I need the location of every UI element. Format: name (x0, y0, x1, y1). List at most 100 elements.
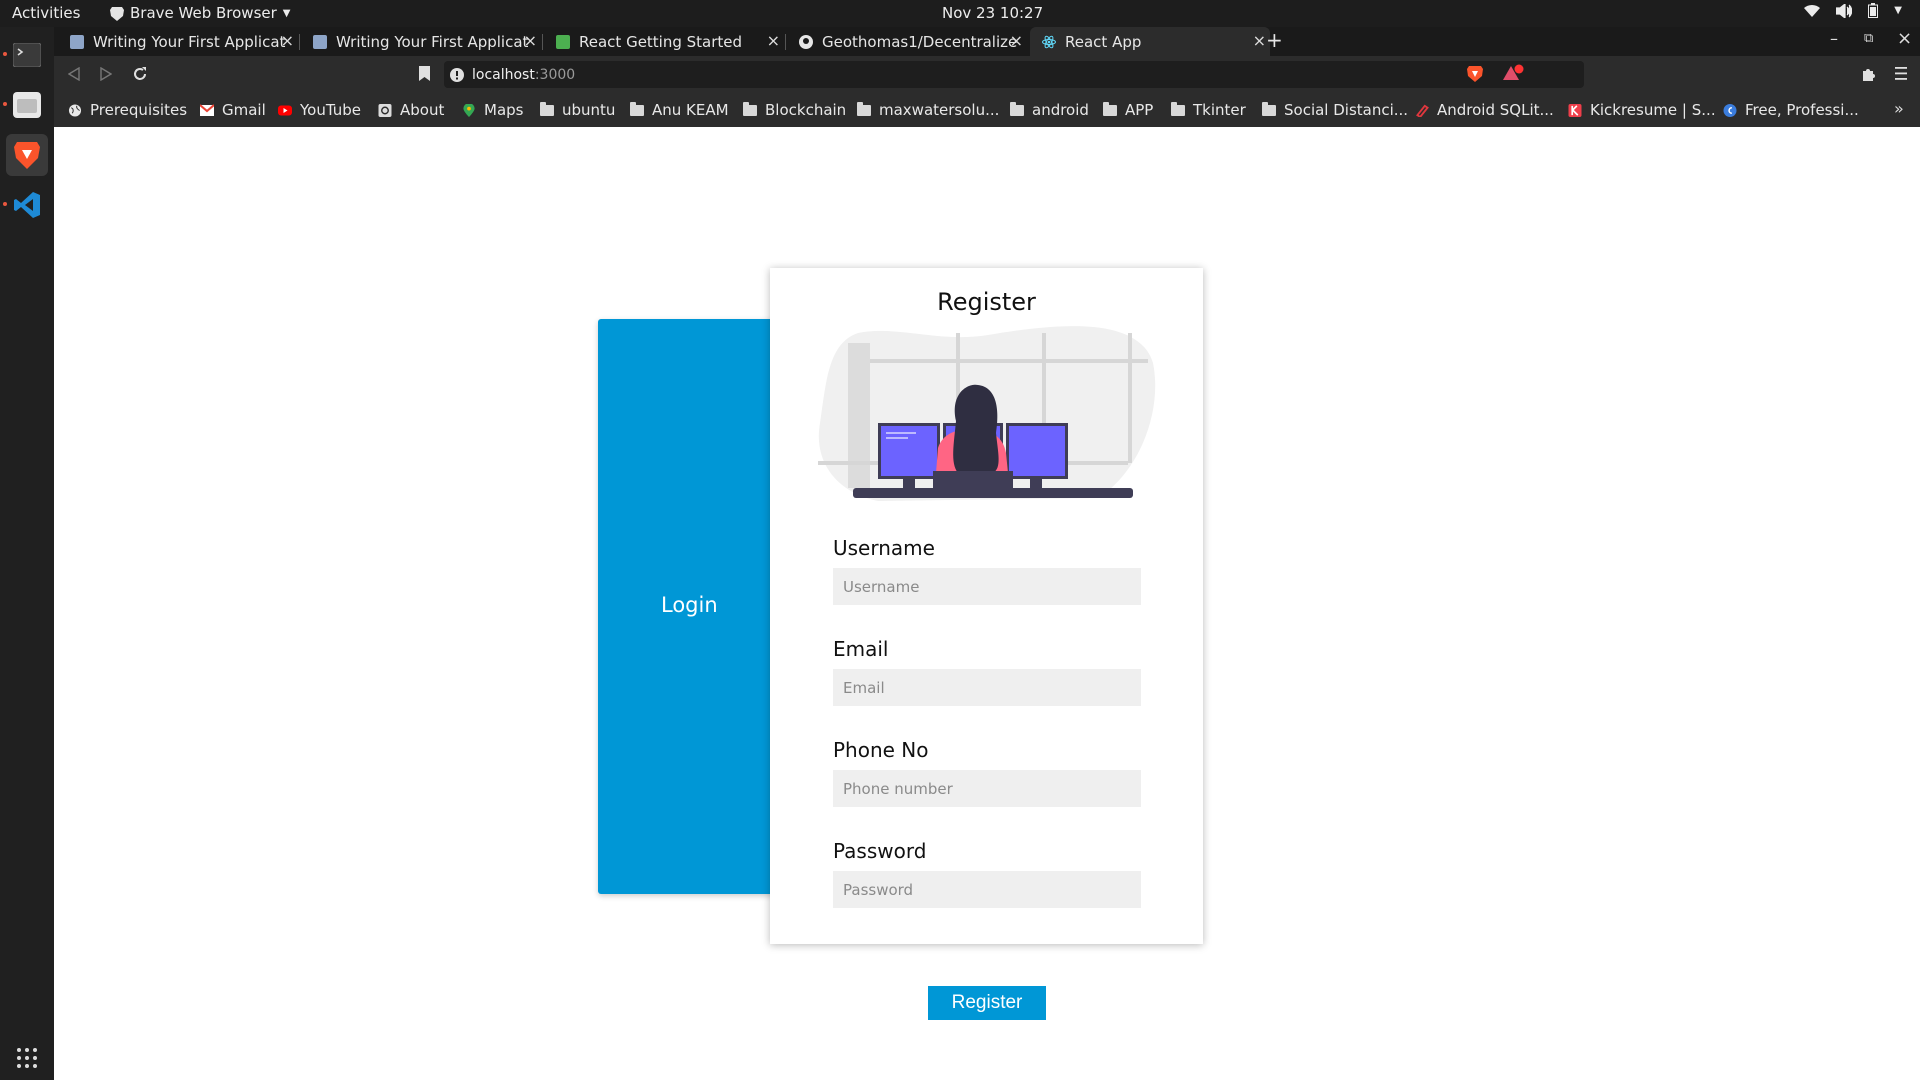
bookmark-free-professional[interactable]: Free, Professi... (1723, 101, 1859, 119)
close-icon[interactable]: × (767, 31, 780, 50)
folder-icon (540, 101, 554, 116)
bookmark-folder-android[interactable]: android (1010, 101, 1089, 119)
brave-rewards-icon[interactable] (1502, 64, 1524, 82)
files-icon (13, 92, 41, 118)
bookmark-kickresume[interactable]: Kickresume | S... (1568, 101, 1716, 119)
reload-icon[interactable] (132, 66, 148, 82)
folder-icon (1010, 101, 1024, 116)
clock[interactable]: Nov 23 10:27 (942, 4, 1043, 22)
tab-title: React Getting Started (579, 32, 743, 51)
username-input[interactable] (833, 568, 1141, 605)
gmail-icon (200, 103, 214, 116)
bookmark-label: Kickresume | S... (1590, 101, 1716, 119)
bookmark-about[interactable]: About (378, 101, 444, 119)
email-input[interactable] (833, 669, 1141, 706)
login-panel[interactable]: Login (598, 319, 788, 894)
android-sqlite-icon (1415, 104, 1429, 117)
tab-react-getting-started[interactable]: React Getting Started × (544, 27, 784, 56)
wifi-icon (1804, 5, 1821, 17)
tab-writing-first-app-2[interactable]: Writing Your First Applicat × (301, 27, 541, 56)
brave-launcher[interactable] (6, 134, 48, 176)
login-label[interactable]: Login (661, 593, 718, 617)
tab-separator (299, 34, 300, 50)
menu-icon[interactable] (1895, 67, 1907, 80)
bookmark-label: Free, Professi... (1745, 101, 1859, 119)
bookmark-icon[interactable] (419, 66, 430, 81)
globe-icon (68, 103, 82, 117)
tab-separator (542, 34, 543, 50)
bookmark-label: About (400, 101, 445, 119)
url-port: :3000 (534, 66, 576, 83)
workspace-illustration (818, 326, 1156, 501)
browser-toolbar: localhost:3000 (54, 56, 1920, 93)
tab-separator (785, 34, 786, 50)
bookmark-gmail[interactable]: Gmail (200, 101, 266, 119)
minimize-button[interactable]: – (1830, 29, 1838, 48)
address-bar[interactable]: localhost:3000 (444, 61, 1584, 88)
bookmark-folder-blockchain[interactable]: Blockchain (743, 101, 846, 119)
password-label: Password (833, 839, 927, 863)
extensions-icon[interactable] (1860, 66, 1877, 83)
github-icon (799, 34, 813, 49)
app-menu[interactable]: Brave Web Browser ▼ (110, 4, 290, 22)
show-applications-button[interactable] (6, 1037, 48, 1079)
tab-react-app[interactable]: React App × (1030, 27, 1270, 56)
free-icon (1723, 103, 1737, 117)
register-button[interactable]: Register (928, 986, 1046, 1020)
close-icon[interactable]: × (1253, 31, 1266, 50)
vscode-icon (14, 192, 40, 218)
close-icon[interactable]: × (524, 31, 537, 50)
brave-shields-icon[interactable] (1467, 65, 1483, 83)
register-title: Register (937, 288, 1036, 316)
close-icon[interactable]: × (1010, 31, 1023, 50)
forward-icon[interactable] (100, 67, 112, 81)
close-icon[interactable]: × (281, 31, 294, 50)
phone-label: Phone No (833, 738, 929, 762)
tab-writing-first-app-1[interactable]: Writing Your First Applicat × (58, 27, 298, 56)
bookmarks-bar: Prerequisites Gmail YouTube About Maps u… (54, 93, 1920, 127)
bookmark-youtube[interactable]: YouTube (278, 101, 361, 119)
tab-github[interactable]: Geothomas1/Decentralize × (787, 27, 1027, 56)
bookmark-label: Maps (484, 101, 524, 119)
chevron-down-icon: ▼ (282, 7, 291, 19)
bookmark-folder-tkinter[interactable]: Tkinter (1171, 101, 1246, 119)
bookmark-label: APP (1125, 101, 1154, 119)
system-tray[interactable]: ▼ (1804, 3, 1902, 18)
bookmark-folder-app[interactable]: APP (1103, 101, 1153, 119)
activities-button[interactable]: Activities (12, 4, 80, 22)
files-launcher[interactable] (6, 84, 48, 126)
folder-icon (743, 101, 757, 116)
terminal-launcher[interactable] (6, 34, 48, 76)
folder-icon (857, 101, 871, 116)
power-menu-chevron-icon: ▼ (1894, 5, 1902, 16)
window-close-button[interactable]: × (1897, 28, 1912, 49)
bookmark-label: Blockchain (765, 101, 847, 119)
more-bookmarks-icon[interactable]: » (1894, 99, 1904, 118)
youtube-icon (278, 105, 292, 115)
bookmark-folder-anu-keam[interactable]: Anu KEAM (630, 101, 729, 119)
tab-strip: Writing Your First Applicat × Writing Yo… (54, 27, 1920, 56)
app-grid-icon (17, 1048, 37, 1068)
terminal-icon (13, 43, 41, 67)
restore-button[interactable]: ⧉ (1864, 31, 1873, 46)
new-tab-button[interactable]: + (1266, 28, 1283, 52)
bookmark-label: YouTube (300, 101, 361, 119)
vscode-launcher[interactable] (6, 184, 48, 226)
bookmark-android-sqlite[interactable]: Android SQLit... (1415, 101, 1554, 119)
password-input[interactable] (833, 871, 1141, 908)
system-top-bar: Activities Brave Web Browser ▼ Nov 23 10… (0, 0, 1920, 27)
bookmark-folder-maxwatersolu[interactable]: maxwatersolu... (857, 101, 999, 119)
register-card: Register Username Email Phone No Passwor (770, 268, 1203, 944)
doc-icon (313, 34, 327, 49)
info-icon[interactable] (450, 67, 464, 82)
tab-title: Writing Your First Applicat (336, 32, 529, 51)
bookmark-folder-ubuntu[interactable]: ubuntu (540, 101, 615, 119)
back-icon[interactable] (68, 67, 80, 81)
username-label: Username (833, 536, 935, 560)
brave-lion-icon (110, 6, 124, 21)
phone-input[interactable] (833, 770, 1141, 807)
about-icon (378, 103, 392, 117)
bookmark-prerequisites[interactable]: Prerequisites (68, 101, 187, 119)
bookmark-maps[interactable]: Maps (462, 101, 523, 119)
bookmark-folder-social-distancing[interactable]: Social Distanci... (1262, 101, 1408, 119)
